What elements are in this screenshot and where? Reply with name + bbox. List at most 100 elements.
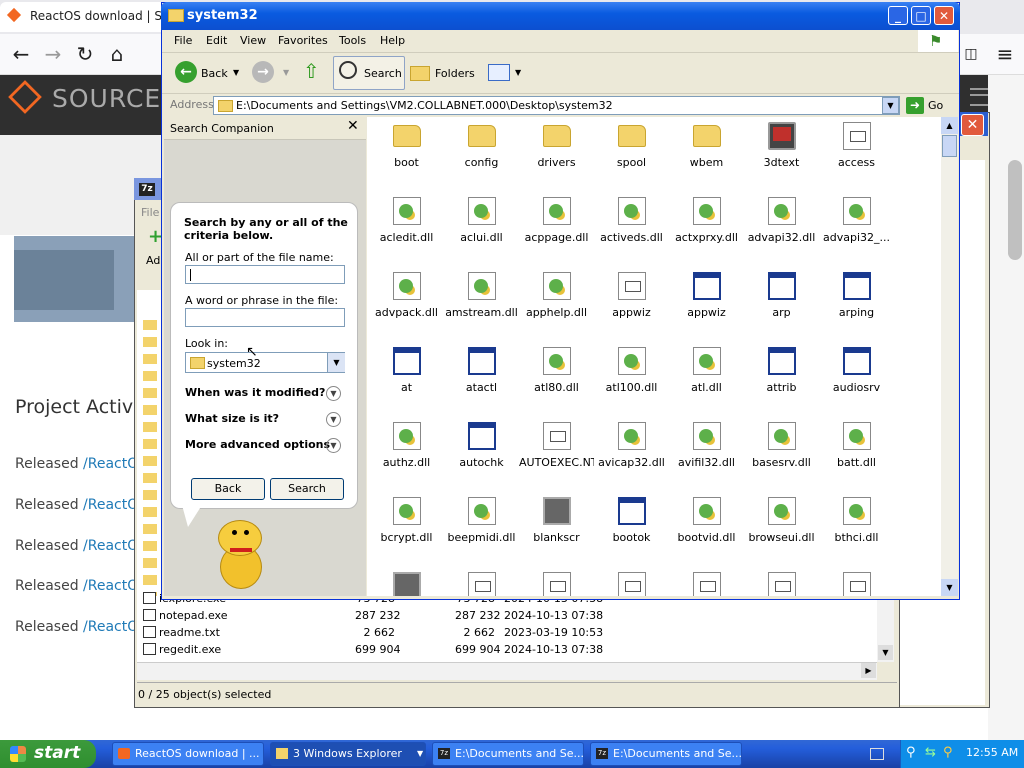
views-dropdown-icon[interactable]: ▼ [515, 68, 521, 77]
file-item[interactable]: audiosrv [819, 343, 894, 418]
file-item[interactable]: atl100.dll [594, 343, 669, 418]
file-item[interactable]: activeds.dll [594, 193, 669, 268]
file-item[interactable]: advapi32_... [819, 193, 894, 268]
file-item[interactable]: apphelp.dll [519, 268, 594, 343]
add-plus-icon[interactable]: + [148, 228, 163, 246]
file-item[interactable]: bootok [594, 493, 669, 568]
file-item[interactable] [744, 568, 819, 596]
back-arrow-icon[interactable]: ← [175, 61, 197, 83]
file-list-scrollbar[interactable] [941, 117, 958, 596]
menu-help[interactable]: Help [380, 34, 405, 47]
address-dropdown-icon[interactable]: ▼ [882, 97, 899, 114]
look-in-dropdown-icon[interactable]: ▼ [327, 353, 345, 372]
taskbar-button-browser[interactable]: ReactOS download | ... [112, 742, 264, 766]
file-item[interactable]: aclui.dll [444, 193, 519, 268]
file-item[interactable]: AUTOEXEC.NT [519, 418, 594, 493]
minimize-icon[interactable]: _ [888, 6, 908, 25]
file-item[interactable]: autochk [444, 418, 519, 493]
file-item[interactable]: blankscr [519, 493, 594, 568]
menu-tools[interactable]: Tools [339, 34, 366, 47]
network-icon[interactable]: ⇆ [925, 745, 936, 760]
menu-favorites[interactable]: Favorites [278, 34, 328, 47]
option-advanced[interactable]: More advanced options [185, 438, 330, 451]
taskbar-button-explorer-group[interactable]: 3 Windows Explorer ▼ [270, 742, 426, 766]
scroll-down-icon[interactable]: ▼ [941, 579, 958, 596]
sevenzip-scroll-down-icon[interactable]: ▼ [878, 645, 893, 660]
chevron-down-icon[interactable]: ▼ [326, 438, 341, 453]
option-modified[interactable]: When was it modified? [185, 386, 325, 399]
file-item[interactable]: authz.dll [369, 418, 444, 493]
file-item[interactable]: appwiz [594, 268, 669, 343]
file-item[interactable]: arping [819, 268, 894, 343]
file-item[interactable]: bthci.dll [819, 493, 894, 568]
file-item[interactable]: bcrypt.dll [369, 493, 444, 568]
file-item[interactable] [669, 568, 744, 596]
search-tray-icon[interactable]: ⚲ [906, 745, 916, 760]
chevron-down-icon[interactable]: ▼ [326, 412, 341, 427]
scroll-up-icon[interactable]: ▲ [941, 117, 958, 134]
sevenzip-scroll-right-icon[interactable]: ▶ [861, 663, 876, 678]
file-item[interactable]: avicap32.dll [594, 418, 669, 493]
table-row[interactable]: regedit.exe 699 904 699 904 2024-10-13 07:3… [140, 642, 880, 659]
table-row[interactable]: readme.txt 2 662 2 662 2023-03-19 10:53 [140, 625, 880, 642]
file-item[interactable]: amstream.dll [444, 268, 519, 343]
explorer-titlebar[interactable] [161, 2, 960, 30]
chevron-down-icon[interactable]: ▼ [326, 386, 341, 401]
menu-edit[interactable]: Edit [206, 34, 227, 47]
menu-file[interactable]: File [174, 34, 192, 47]
maximize-icon[interactable]: □ [911, 6, 931, 25]
taskbar-button-sevenzip-1[interactable]: 7z E:\Documents and Se... [432, 742, 584, 766]
option-size[interactable]: What size is it? [185, 412, 279, 425]
file-item[interactable]: at [369, 343, 444, 418]
file-item[interactable]: bootvid.dll [669, 493, 744, 568]
file-item[interactable]: actxprxy.dll [669, 193, 744, 268]
file-item[interactable]: acppage.dll [519, 193, 594, 268]
search-back-button[interactable]: Back [191, 478, 265, 500]
folders-button[interactable]: Folders [435, 67, 475, 80]
release-link[interactable]: /ReactO [83, 456, 138, 472]
go-button[interactable]: Go [928, 99, 943, 112]
file-item[interactable]: beepmidi.dll [444, 493, 519, 568]
file-item[interactable]: acledit.dll [369, 193, 444, 268]
file-item[interactable]: advapi32.dll [744, 193, 819, 268]
folder-item[interactable]: drivers [519, 118, 594, 193]
back-dropdown-icon[interactable]: ▼ [233, 68, 239, 77]
file-item[interactable]: arp [744, 268, 819, 343]
views-icon[interactable] [488, 64, 510, 81]
file-item[interactable]: batt.dll [819, 418, 894, 493]
release-link[interactable]: /ReactO [83, 578, 138, 594]
folder-item[interactable]: wbem [669, 118, 744, 193]
tray-magnifier-icon[interactable]: ⚲ [943, 745, 953, 760]
browser-home-icon[interactable]: ⌂ [102, 39, 132, 69]
browser-sidebar-icon[interactable]: ◫ [956, 39, 986, 69]
folders-icon[interactable] [410, 66, 430, 81]
file-item[interactable]: atl80.dll [519, 343, 594, 418]
file-item[interactable]: avifil32.dll [669, 418, 744, 493]
file-name-input[interactable] [185, 265, 345, 284]
file-item[interactable]: 3dtext [744, 118, 819, 193]
release-link[interactable]: /ReactO [83, 538, 138, 554]
file-item[interactable] [444, 568, 519, 596]
file-item[interactable]: basesrv.dll [744, 418, 819, 493]
folder-item[interactable]: boot [369, 118, 444, 193]
browser-reload-icon[interactable]: ↻ [70, 39, 100, 69]
close-icon[interactable]: ✕ [934, 6, 954, 25]
sevenzip-horizontal-scrollbar[interactable] [137, 662, 877, 680]
folder-item[interactable]: spool [594, 118, 669, 193]
forward-dropdown-icon[interactable]: ▼ [283, 68, 289, 77]
forward-arrow-icon[interactable]: → [252, 61, 274, 83]
file-item[interactable]: browseui.dll [744, 493, 819, 568]
search-companion-close-icon[interactable]: ✕ [347, 118, 359, 134]
file-item[interactable] [519, 568, 594, 596]
file-item[interactable] [594, 568, 669, 596]
table-row[interactable]: notepad.exe 287 232 287 232 2024-10-13 07:3… [140, 608, 880, 625]
folder-item[interactable]: config [444, 118, 519, 193]
file-item[interactable]: appwiz [669, 268, 744, 343]
file-item[interactable] [369, 568, 444, 596]
file-item[interactable]: advpack.dll [369, 268, 444, 343]
file-item[interactable]: atl.dll [669, 343, 744, 418]
browser-menu-icon[interactable]: ≡ [990, 39, 1020, 69]
browser-scrollbar[interactable] [1008, 160, 1022, 260]
file-item[interactable]: access [819, 118, 894, 193]
sevenzip-menu-file[interactable]: File [141, 206, 159, 219]
